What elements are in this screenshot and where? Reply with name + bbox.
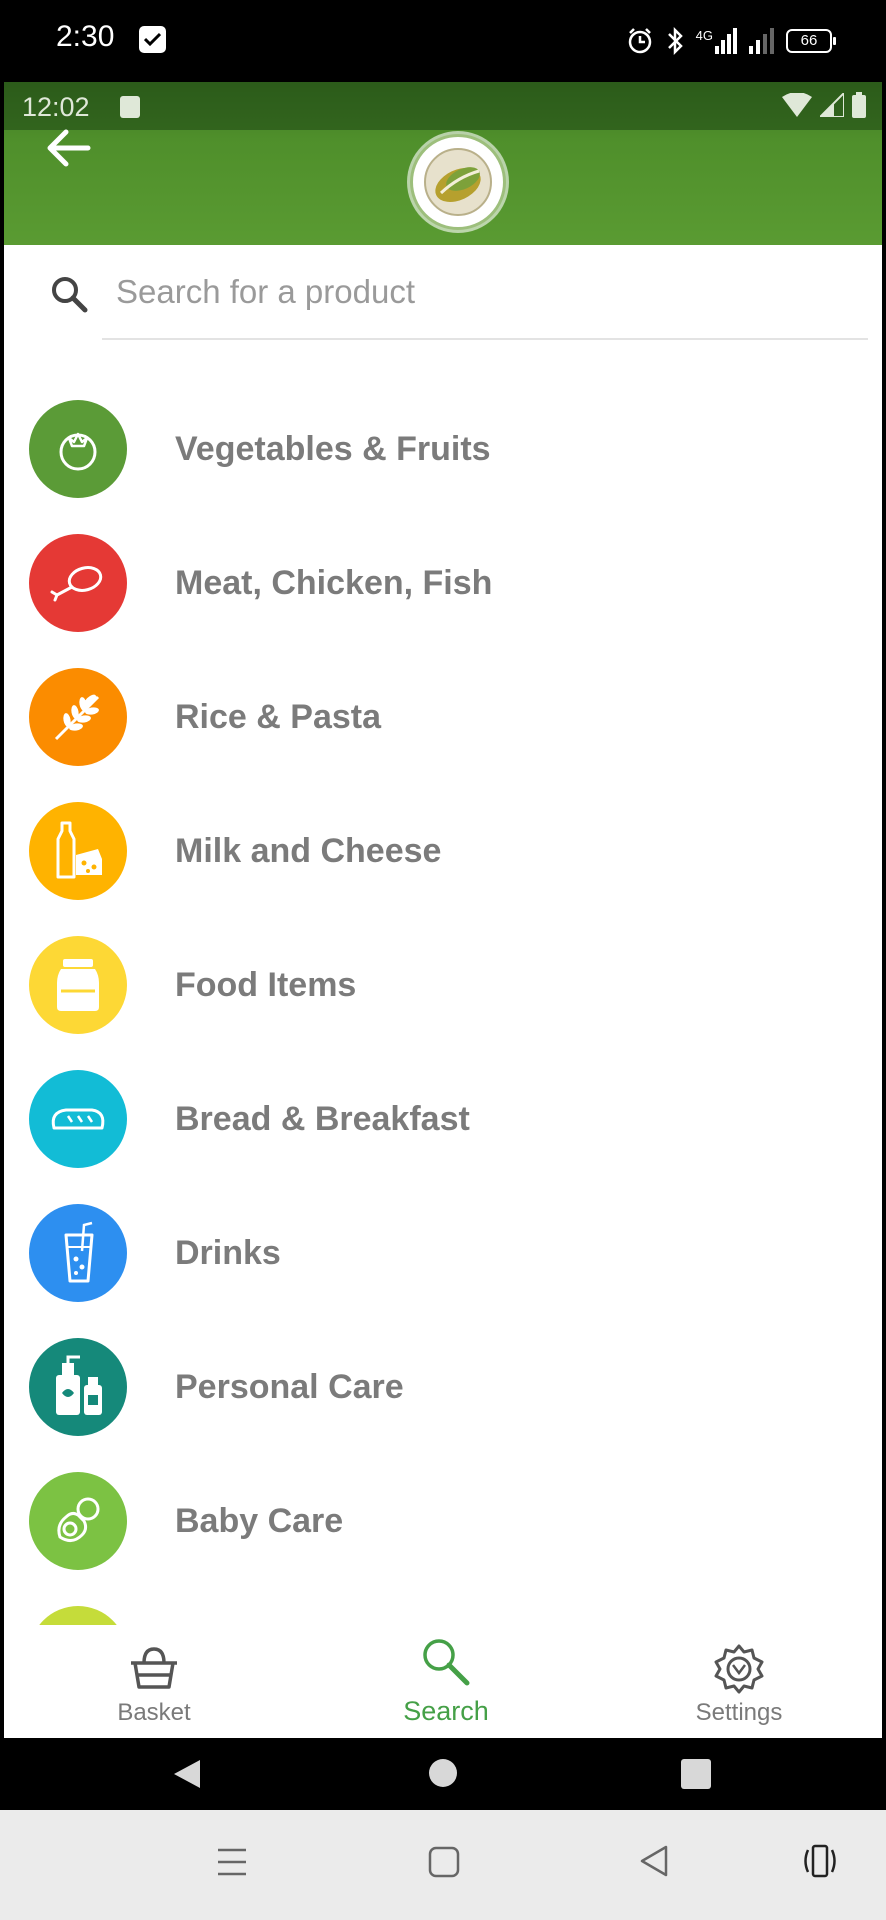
alarm-icon bbox=[628, 28, 651, 54]
category-label: Personal Care bbox=[175, 1367, 404, 1406]
category-personal-care[interactable]: Personal Care bbox=[4, 1320, 882, 1454]
search-bar bbox=[4, 245, 882, 345]
outer-system-nav bbox=[0, 1810, 886, 1920]
nav-basket-button[interactable]: Basket bbox=[54, 1625, 254, 1738]
app-header: 12:02 bbox=[4, 82, 882, 245]
search-nav-icon bbox=[423, 1639, 470, 1686]
category-milk-cheese[interactable]: Milk and Cheese bbox=[4, 784, 882, 918]
inner-system-nav bbox=[0, 1738, 886, 1810]
sd-card-icon bbox=[120, 96, 140, 118]
bottom-navigation: Basket Search Settings bbox=[4, 1625, 882, 1738]
category-label: Bread & Breakfast bbox=[175, 1099, 470, 1138]
jar-icon bbox=[29, 936, 127, 1034]
search-underline bbox=[102, 338, 868, 340]
partial-category-icon bbox=[29, 1606, 127, 1625]
category-partial[interactable] bbox=[4, 1588, 882, 1625]
drink-glass-icon bbox=[29, 1204, 127, 1302]
home-square-icon[interactable] bbox=[428, 1846, 460, 1878]
nav-settings-button[interactable]: Settings bbox=[639, 1625, 839, 1738]
tomato-icon bbox=[29, 400, 127, 498]
pistachio-logo-icon bbox=[424, 148, 492, 216]
care-bottles-icon bbox=[29, 1338, 127, 1436]
battery-small-icon bbox=[852, 92, 866, 118]
inner-status-bar: 12:02 bbox=[4, 82, 882, 130]
wheat-icon bbox=[29, 668, 127, 766]
chicken-leg-icon bbox=[29, 534, 127, 632]
battery-level: 66 bbox=[800, 32, 818, 49]
category-baby-care[interactable]: Baby Care bbox=[4, 1454, 882, 1588]
cell-signal-icon bbox=[820, 93, 844, 117]
battery-icon: 66 bbox=[786, 29, 836, 53]
nav-search-label: Search bbox=[403, 1696, 489, 1726]
category-label: Drinks bbox=[175, 1233, 281, 1272]
category-vegetables-fruits[interactable]: Vegetables & Fruits bbox=[4, 382, 882, 516]
checkbox-notification-icon bbox=[139, 26, 166, 53]
bread-icon bbox=[29, 1070, 127, 1168]
wifi-icon bbox=[782, 93, 812, 117]
back-arrow-icon bbox=[47, 129, 91, 167]
inner-home-icon[interactable] bbox=[428, 1758, 458, 1788]
signal-icon bbox=[749, 28, 774, 54]
category-label: Baby Care bbox=[175, 1501, 344, 1540]
category-list: Vegetables & Fruits Meat, Chicken, Fish … bbox=[4, 382, 882, 1625]
status-icons: 4G 66 bbox=[626, 24, 836, 58]
category-label: Rice & Pasta bbox=[175, 697, 381, 736]
nav-settings-label: Settings bbox=[695, 1699, 783, 1726]
category-bread-breakfast[interactable]: Bread & Breakfast bbox=[4, 1052, 882, 1186]
category-drinks[interactable]: Drinks bbox=[4, 1186, 882, 1320]
gear-icon bbox=[714, 1644, 764, 1694]
category-food-items[interactable]: Food Items bbox=[4, 918, 882, 1052]
category-label: Meat, Chicken, Fish bbox=[175, 563, 493, 602]
menu-icon[interactable] bbox=[216, 1846, 248, 1878]
category-meat-chicken-fish[interactable]: Meat, Chicken, Fish bbox=[4, 516, 882, 650]
signal-4g-icon: 4G bbox=[696, 28, 737, 54]
brand-logo bbox=[410, 134, 506, 230]
back-button[interactable] bbox=[46, 128, 96, 178]
bluetooth-icon bbox=[667, 26, 683, 56]
basket-icon bbox=[131, 1647, 177, 1689]
category-label: Milk and Cheese bbox=[175, 831, 442, 870]
search-icon bbox=[52, 277, 88, 313]
inner-back-icon[interactable] bbox=[172, 1758, 202, 1790]
pacifier-icon bbox=[29, 1472, 127, 1570]
milk-cheese-icon bbox=[29, 802, 127, 900]
screen-rotate-icon[interactable] bbox=[800, 1844, 840, 1878]
category-label: Vegetables & Fruits bbox=[175, 429, 491, 468]
search-input[interactable] bbox=[116, 267, 816, 317]
inner-recents-icon[interactable] bbox=[680, 1758, 712, 1790]
nav-search-button[interactable]: Search bbox=[346, 1625, 546, 1738]
back-triangle-icon[interactable] bbox=[638, 1844, 670, 1878]
outer-clock: 2:30 bbox=[56, 20, 115, 53]
category-rice-pasta[interactable]: Rice & Pasta bbox=[4, 650, 882, 784]
app-screen: 12:02 Search for a product Vegetables & … bbox=[4, 82, 882, 1738]
nav-basket-label: Basket bbox=[117, 1699, 191, 1726]
outer-status-bar: 2:30 4G 66 bbox=[0, 0, 886, 82]
inner-clock: 12:02 bbox=[22, 92, 90, 122]
category-label: Food Items bbox=[175, 965, 357, 1004]
